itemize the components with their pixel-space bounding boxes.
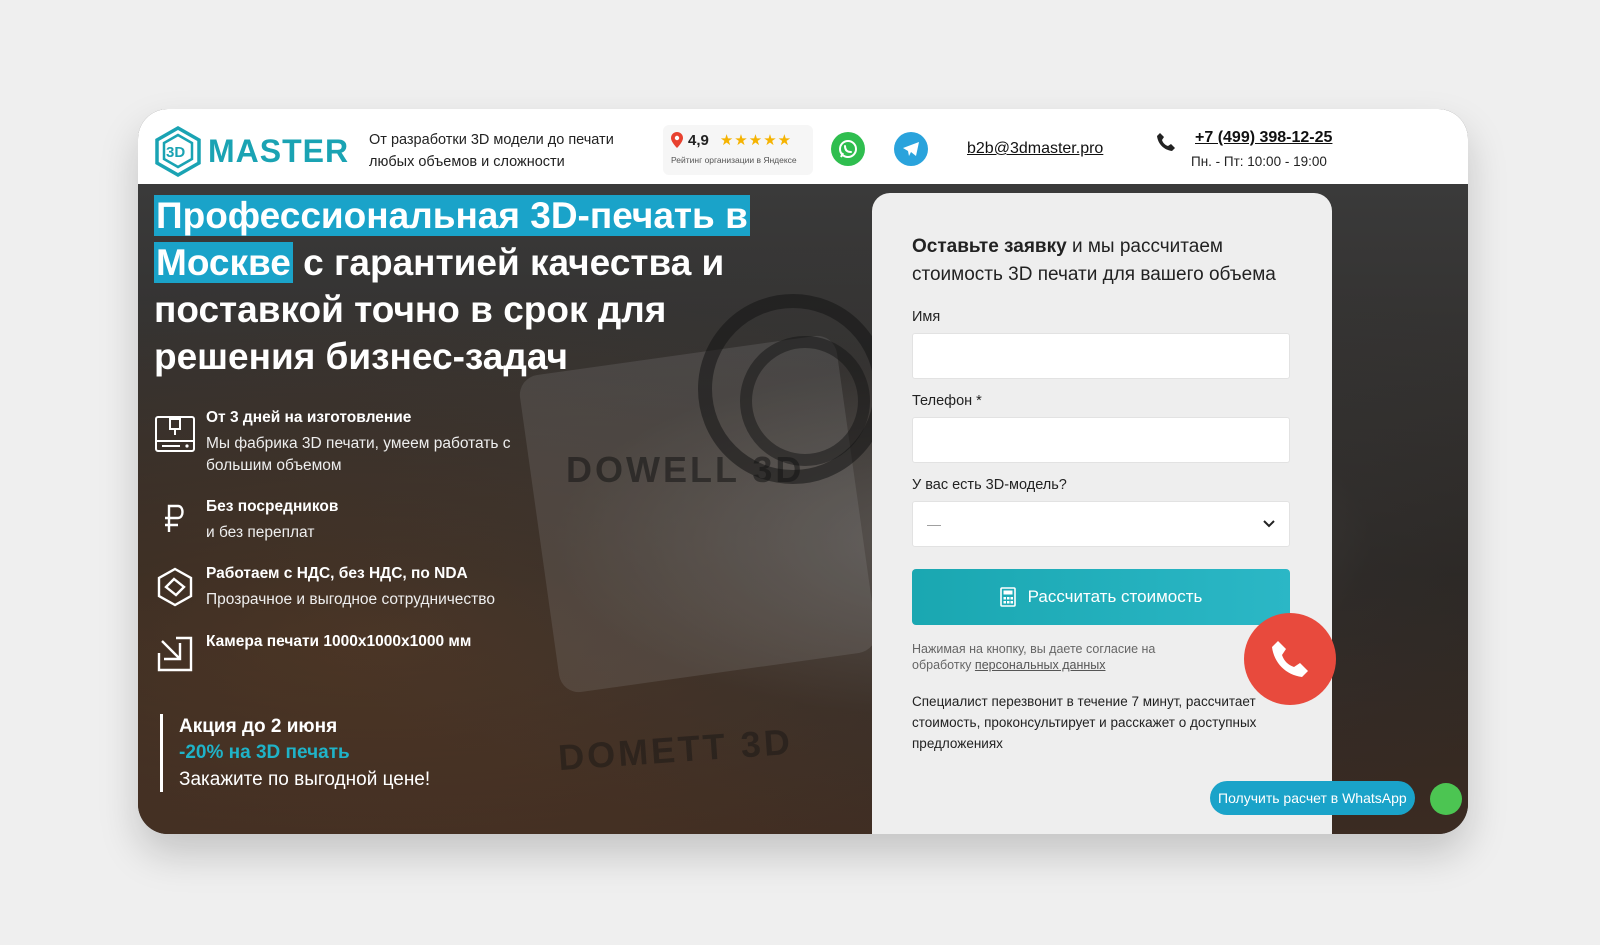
logo-3d-cube-icon: 3D: [155, 125, 201, 177]
rating-value: 4,9: [688, 131, 709, 149]
whatsapp-icon: [839, 140, 857, 158]
telegram-button[interactable]: [894, 132, 928, 166]
site-header: 3D MASTER От разработки 3D модели до печ…: [138, 109, 1468, 184]
promo-block: Акция до 2 июня -20% на 3D печать Закажи…: [160, 714, 430, 792]
yandex-rating-badge[interactable]: 4,9 ★★★★★ Рейтинг организации в Яндексе: [663, 125, 813, 175]
resize-icon: [157, 636, 193, 672]
map-pin-icon: [671, 132, 683, 148]
email-link[interactable]: b2b@3dmaster.pro: [967, 140, 1103, 158]
phone-icon: [1157, 133, 1175, 151]
request-form: Оставьте заявку и мы рассчитаем стоимост…: [872, 193, 1332, 834]
printer-brand-text: DOWELL 3D: [566, 449, 805, 490]
headline-highlight-2: Москве: [154, 242, 293, 283]
whatsapp-button[interactable]: [831, 132, 865, 166]
logo-text: MASTER: [208, 132, 350, 169]
working-hours: Пн. - Пт: 10:00 - 19:00: [1191, 154, 1327, 169]
model-select[interactable]: —: [912, 501, 1290, 547]
header-tagline: От разработки 3D модели до печати любых …: [369, 129, 639, 173]
feature-desc: и без переплат: [206, 524, 315, 541]
feature-desc: Мы фабрика 3D печати, умеем работать с б…: [206, 435, 511, 474]
phone-link[interactable]: +7 (499) 398-12-25: [1195, 129, 1332, 147]
phone-label: Телефон *: [912, 393, 982, 409]
calculate-button[interactable]: Рассчитать стоимость: [912, 569, 1290, 625]
form-heading: Оставьте заявку и мы рассчитаем стоимост…: [912, 233, 1292, 289]
model-label: У вас есть 3D-модель?: [912, 477, 1067, 493]
chevron-down-icon: [1263, 520, 1275, 528]
privacy-link[interactable]: персональных данных: [975, 658, 1106, 672]
feature-title: Работаем с НДС, без НДС, по NDA: [206, 565, 468, 582]
rating-caption: Рейтинг организации в Яндексе: [671, 155, 797, 165]
calculate-button-label: Рассчитать стоимость: [1027, 587, 1203, 606]
call-me-button[interactable]: [1244, 613, 1336, 705]
whatsapp-quote-button[interactable]: Получить расчет в WhatsApp: [1210, 781, 1415, 815]
promo-cta: Закажите по выгодной цене!: [179, 769, 431, 790]
consent-text: Нажимая на кнопку, вы даете согласие на …: [912, 641, 1212, 673]
ruble-icon: [165, 504, 184, 532]
svg-text:3D: 3D: [166, 144, 185, 161]
name-input[interactable]: [912, 333, 1290, 379]
rating-stars-icon: ★★★★★: [719, 132, 793, 149]
form-heading-bold: Оставьте заявку: [912, 236, 1067, 257]
calculator-icon: [999, 587, 1016, 607]
phone-handset-icon: [1272, 641, 1308, 677]
feature-title: Камера печати 1000х1000х1000 мм: [206, 633, 472, 650]
printer-icon: [155, 416, 195, 452]
model-select-value: —: [927, 516, 941, 532]
telegram-icon: [903, 142, 919, 156]
tagline-line-2: любых объемов и сложности: [369, 154, 565, 170]
logo[interactable]: 3D MASTER: [152, 125, 349, 177]
callback-note: Специалист перезвонит в течение 7 минут,…: [912, 694, 1257, 751]
tagline-line-1: От разработки 3D модели до печати: [369, 132, 614, 148]
feature-title: Без посредников: [206, 498, 339, 515]
promo-title: Акция до 2 июня: [179, 716, 338, 737]
headline-highlight-1: Профессиональная 3D-печать в: [154, 195, 750, 236]
whatsapp-widget-icon[interactable]: [1430, 783, 1462, 815]
handshake-icon: [157, 567, 193, 607]
feature-desc: Прозрачное и выгодное сотрудничество: [206, 591, 495, 608]
phone-input[interactable]: [912, 417, 1290, 463]
printer-brand-text-2: DOMETT 3D: [556, 720, 795, 779]
promo-discount: -20% на 3D печать: [179, 742, 350, 763]
name-label: Имя: [912, 309, 941, 325]
hero-headline: Профессиональная 3D-печать в Москве с га…: [154, 192, 794, 380]
landing-page: 3D MASTER От разработки 3D модели до печ…: [138, 109, 1468, 834]
feature-title: От 3 дней на изготовление: [206, 409, 412, 426]
